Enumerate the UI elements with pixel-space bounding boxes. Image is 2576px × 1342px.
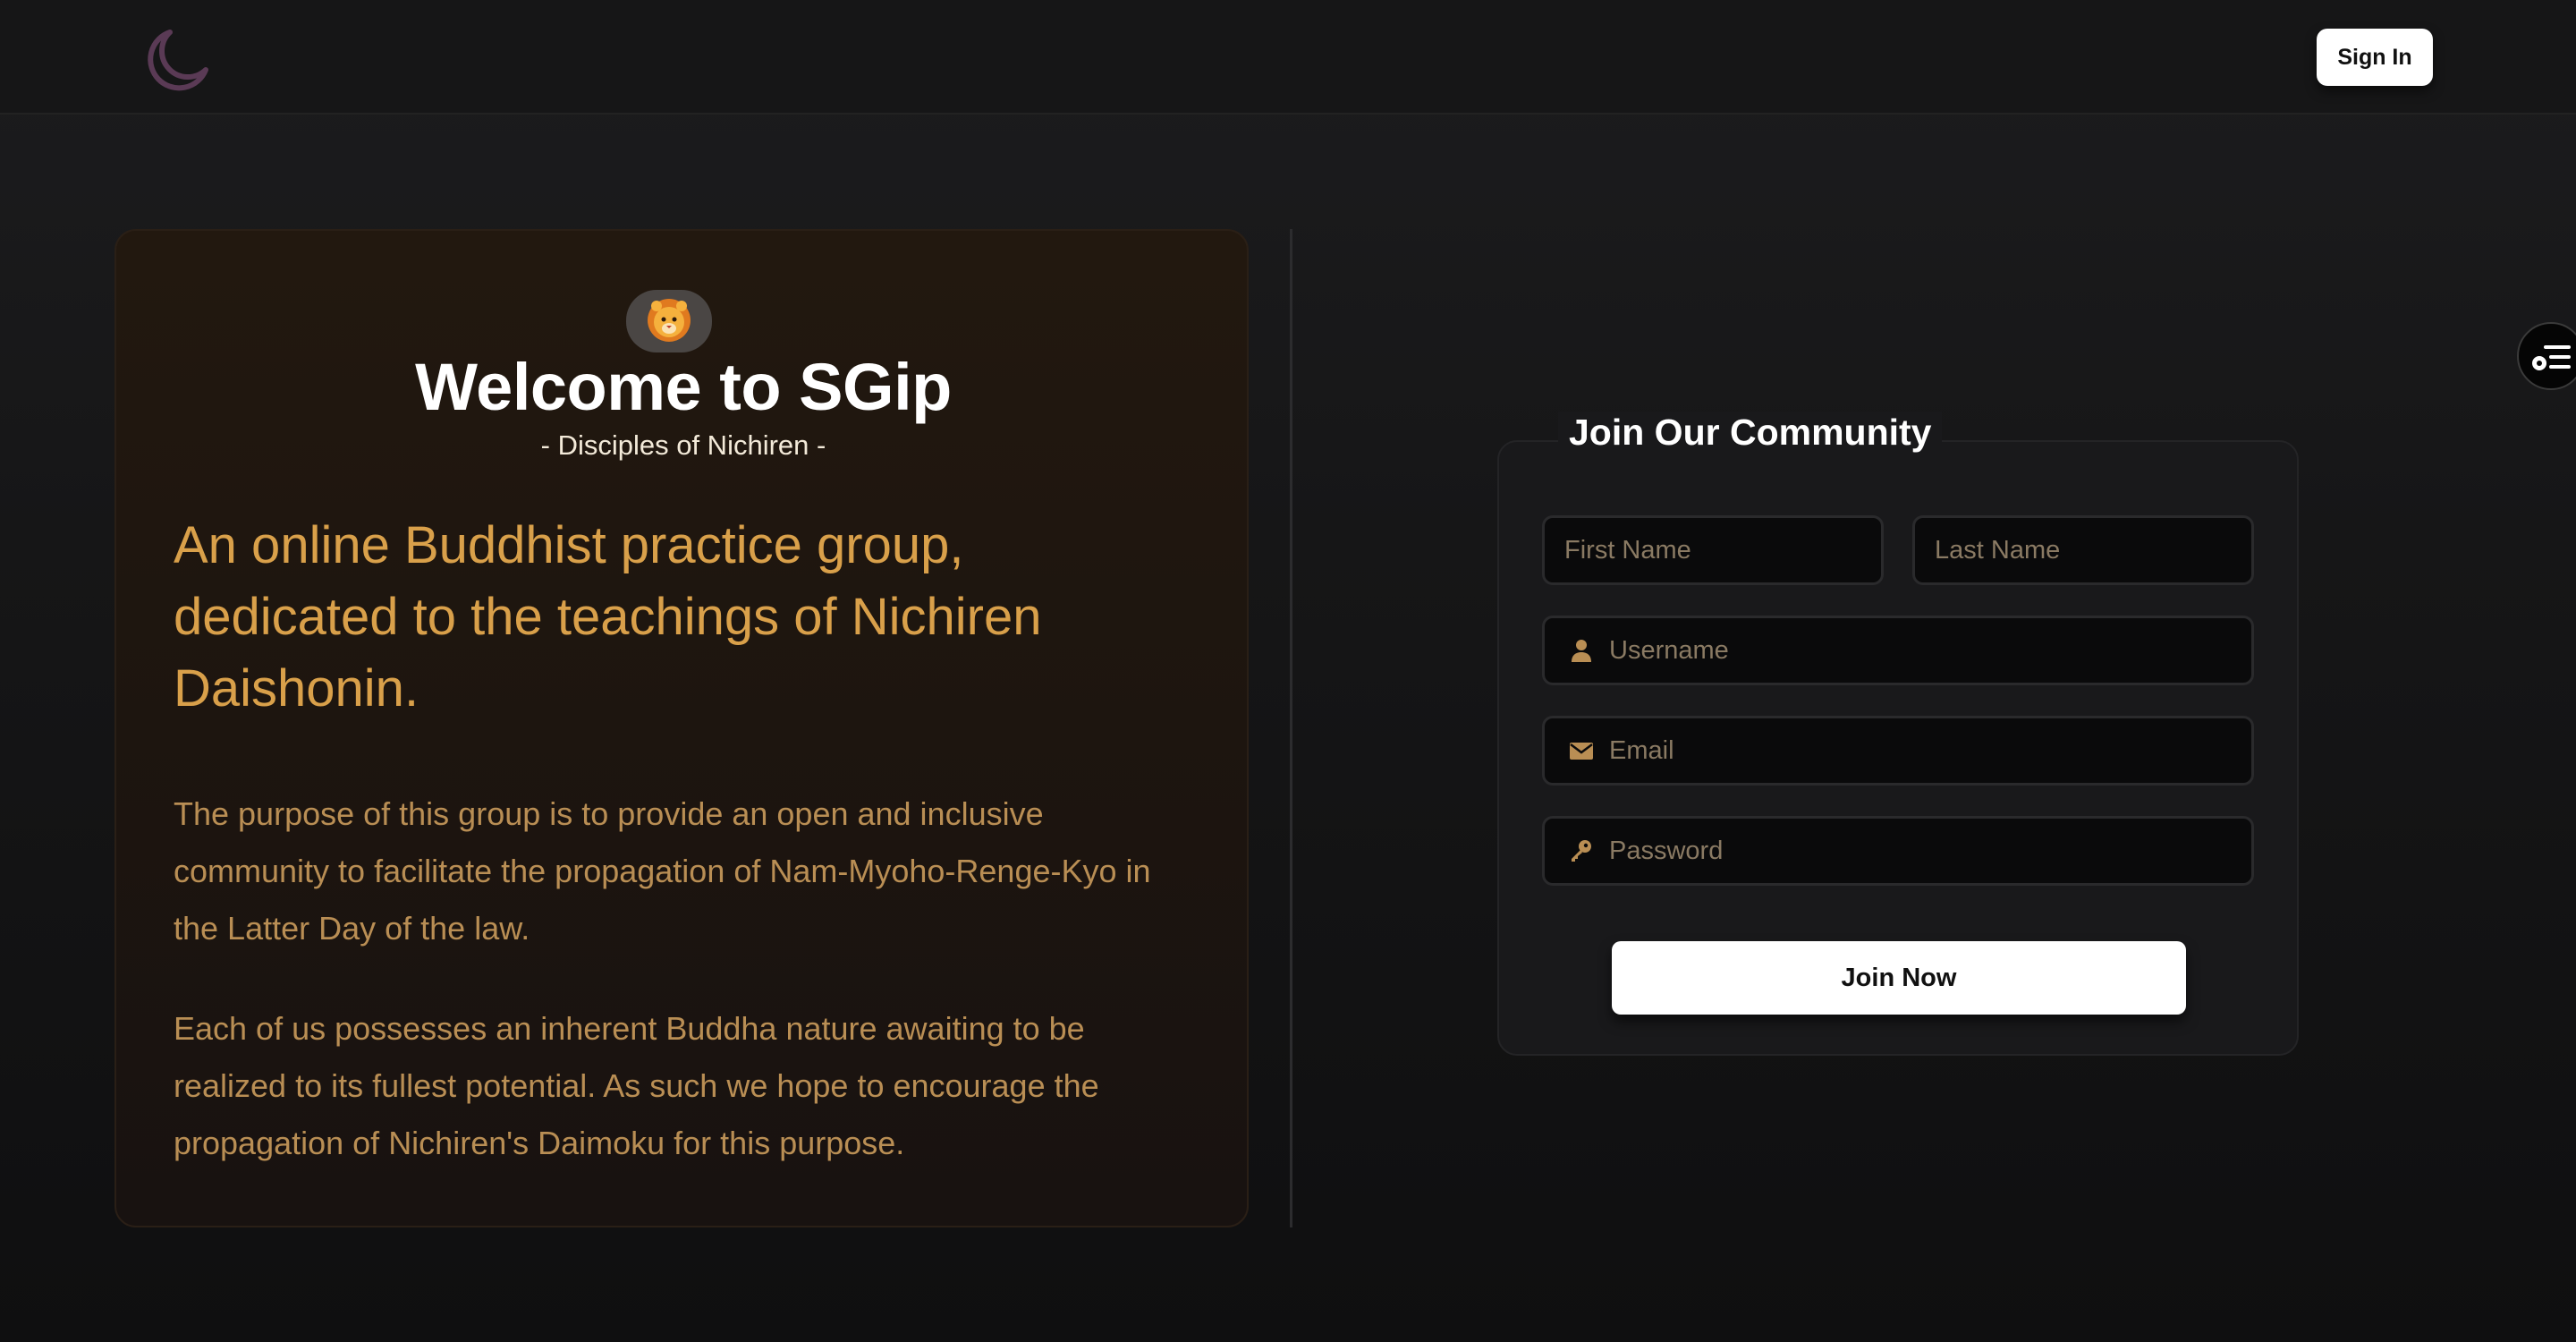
email-input[interactable] <box>1595 718 2251 783</box>
settings-toggle-button[interactable] <box>2517 322 2576 390</box>
top-navbar: Sign In <box>0 0 2576 115</box>
username-input[interactable] <box>1595 618 2251 683</box>
purpose-paragraph: The purpose of this group is to provide … <box>174 795 1151 947</box>
signup-form: Join Our Community First Name Last Name … <box>1497 412 2299 1056</box>
welcome-card: Welcome to SGip - Disciples of Nichiren … <box>114 229 1249 1227</box>
lion-badge <box>626 290 712 352</box>
password-field[interactable] <box>1542 816 2254 886</box>
join-now-button[interactable]: Join Now <box>1612 941 2186 1015</box>
user-icon <box>1568 637 1595 664</box>
email-field[interactable] <box>1542 716 2254 786</box>
page-title: Welcome to SGip <box>415 350 952 424</box>
last-name-input[interactable] <box>1915 518 2251 582</box>
vertical-divider <box>1290 229 1292 1227</box>
envelope-icon <box>1568 737 1595 764</box>
first-name-field[interactable] <box>1542 515 1884 585</box>
crescent-moon-icon[interactable] <box>143 25 211 93</box>
key-icon <box>1568 837 1595 864</box>
page-subtitle: - Disciples of Nichiren - <box>540 429 826 461</box>
last-name-field[interactable] <box>1912 515 2254 585</box>
tagline-heading: An online Buddhist practice group, dedic… <box>174 516 1042 718</box>
password-input[interactable] <box>1595 819 2251 883</box>
sign-in-button[interactable]: Sign In <box>2317 29 2433 86</box>
form-title: Join Our Community <box>1558 412 1943 454</box>
first-name-input[interactable] <box>1545 518 1881 582</box>
username-field[interactable] <box>1542 616 2254 685</box>
buddha-nature-paragraph: Each of us possesses an inherent Buddha … <box>174 1010 1099 1161</box>
